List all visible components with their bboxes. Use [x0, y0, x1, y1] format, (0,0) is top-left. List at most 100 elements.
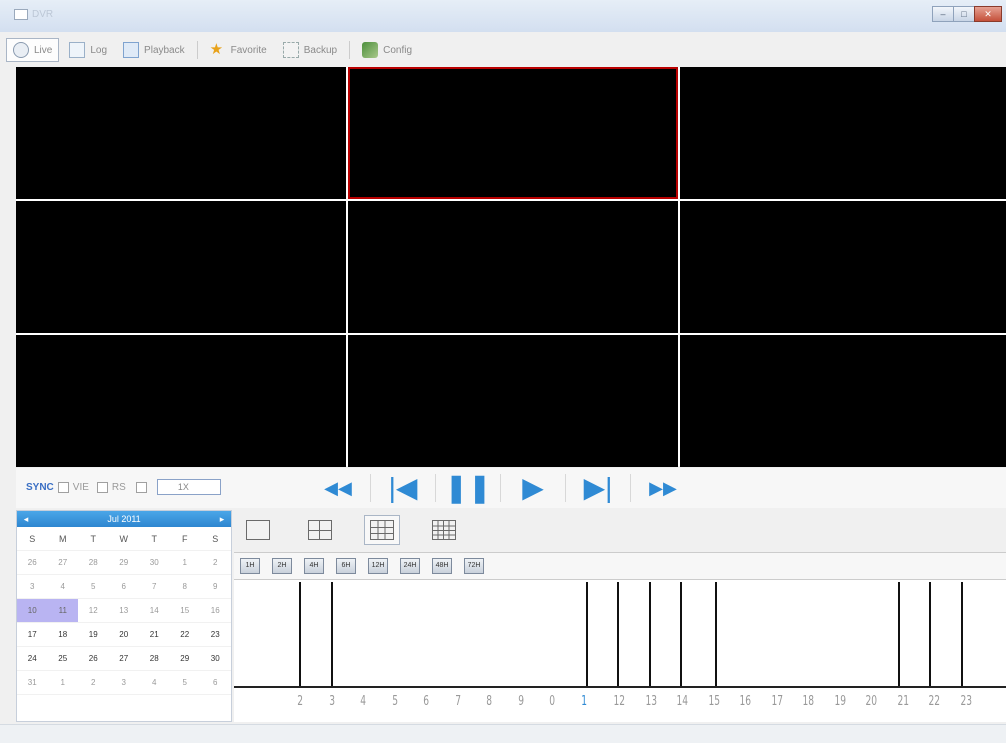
calendar-day[interactable]: 31 — [17, 671, 48, 695]
option3-checkbox[interactable] — [135, 481, 147, 493]
toolbar-log-button[interactable]: Log — [63, 38, 113, 62]
calendar-day[interactable]: 2 — [78, 671, 109, 695]
status-bar — [0, 724, 1006, 743]
video-channel[interactable] — [348, 335, 678, 467]
timeline[interactable]: 2 3 4 5 6 7 8 9 0 1 12 13 14 15 16 17 18 19 20 21 22 23 — [234, 580, 1006, 722]
calendar-day[interactable]: 23 — [200, 623, 231, 647]
calendar-day[interactable]: 13 — [108, 599, 139, 623]
calendar-day[interactable]: 4 — [139, 671, 170, 695]
video-channel[interactable] — [348, 67, 678, 199]
zoom-6h-button[interactable]: 6H — [336, 558, 356, 574]
calendar-day[interactable]: 26 — [78, 647, 109, 671]
calendar-day[interactable]: 11 — [47, 599, 78, 623]
camera-icon — [13, 42, 29, 58]
fast-forward-button[interactable]: ▶▶ — [631, 470, 695, 506]
video-channel[interactable] — [680, 67, 1006, 199]
calendar-day[interactable]: 24 — [17, 647, 48, 671]
calendar-day[interactable]: 26 — [17, 551, 48, 575]
zoom-1h-button[interactable]: 1H — [240, 558, 260, 574]
calendar-day[interactable]: 6 — [200, 671, 231, 695]
video-channel[interactable] — [16, 201, 346, 333]
fast-backward-button[interactable]: ◀◀ — [306, 470, 370, 506]
calendar-day[interactable]: 7 — [139, 575, 170, 599]
calendar-day[interactable]: 30 — [139, 551, 170, 575]
close-button[interactable]: ✕ — [974, 6, 1002, 22]
calendar-day[interactable]: 3 — [108, 671, 139, 695]
calendar-day[interactable]: 5 — [78, 575, 109, 599]
calendar-day[interactable]: 20 — [108, 623, 139, 647]
skip-forward-button[interactable]: ▶| — [566, 470, 630, 506]
calendar-day[interactable]: 21 — [139, 623, 170, 647]
calendar-day[interactable]: 1 — [169, 551, 200, 575]
calendar-day[interactable]: 1 — [47, 671, 78, 695]
video-channel[interactable] — [16, 67, 346, 199]
toolbar-separator — [196, 41, 198, 59]
video-channel[interactable] — [680, 335, 1006, 467]
prev-month-button[interactable]: ◂ — [21, 514, 31, 524]
calendar-day[interactable]: 28 — [139, 647, 170, 671]
calendar-day[interactable]: 14 — [139, 599, 170, 623]
zoom-12h-button[interactable]: 12H — [368, 558, 388, 574]
toolbar-favorite-button[interactable]: ★ Favorite — [204, 38, 273, 62]
toolbar-backup-button[interactable]: Backup — [277, 38, 343, 62]
single-view-button[interactable] — [240, 515, 276, 545]
main-window: DVR – □ ✕ Live Log Playback ★ Favorite Backup… — [0, 0, 1006, 743]
calendar-day[interactable]: 5 — [169, 671, 200, 695]
calendar-day[interactable]: 27 — [108, 647, 139, 671]
zoom-48h-button[interactable]: 48H — [432, 558, 452, 574]
zoom-4h-button[interactable]: 4H — [304, 558, 324, 574]
sync-label: SYNC — [26, 481, 54, 493]
calendar-day[interactable]: 25 — [47, 647, 78, 671]
next-month-button[interactable]: ▸ — [217, 514, 227, 524]
calendar-day[interactable]: 8 — [169, 575, 200, 599]
weekday-label: M — [47, 527, 78, 551]
option2-label: RS — [111, 481, 126, 493]
video-channel[interactable] — [680, 201, 1006, 333]
calendar-day[interactable]: 22 — [169, 623, 200, 647]
zoom-72h-button[interactable]: 72H — [464, 558, 484, 574]
record-marker — [960, 582, 963, 686]
skip-back-button[interactable]: |◀ — [371, 470, 435, 506]
zoom-24h-button[interactable]: 24H — [400, 558, 420, 574]
calendar-day[interactable]: 12 — [78, 599, 109, 623]
minimize-button[interactable]: – — [932, 6, 954, 22]
maximize-button[interactable]: □ — [953, 6, 975, 22]
option2-checkbox[interactable] — [96, 481, 108, 493]
timeline-hour-label: 9 — [517, 694, 524, 709]
calendar-day[interactable]: 17 — [17, 623, 48, 647]
nine-view-button[interactable] — [364, 515, 400, 545]
calendar-day[interactable]: 28 — [78, 551, 109, 575]
toolbar-config-button[interactable]: Config — [356, 38, 418, 62]
timeline-hour-label: 18 — [802, 694, 815, 709]
calendar-day[interactable]: 10 — [17, 599, 48, 623]
calendar-day[interactable]: 4 — [47, 575, 78, 599]
play-button[interactable]: ▶ — [501, 470, 565, 506]
zoom-2h-button[interactable]: 2H — [272, 558, 292, 574]
record-marker — [897, 582, 900, 686]
calendar-day[interactable]: 19 — [78, 623, 109, 647]
video-channel[interactable] — [16, 335, 346, 467]
timeline-hour-label: 4 — [360, 694, 367, 709]
calendar-day[interactable]: 16 — [200, 599, 231, 623]
calendar-day[interactable]: 6 — [108, 575, 139, 599]
calendar-day[interactable]: 9 — [200, 575, 231, 599]
star-icon: ★ — [209, 41, 224, 58]
calendar-day[interactable]: 18 — [47, 623, 78, 647]
calendar-day[interactable]: 2 — [200, 551, 231, 575]
pause-button[interactable]: ❚❚ — [436, 470, 500, 506]
calendar-day[interactable]: 30 — [200, 647, 231, 671]
calendar-day[interactable]: 27 — [47, 551, 78, 575]
weekday-label: T — [78, 527, 109, 551]
calendar-day[interactable]: 3 — [17, 575, 48, 599]
sixteen-view-button[interactable] — [426, 515, 462, 545]
toolbar-live-button[interactable]: Live — [6, 38, 60, 62]
toolbar-playback-button[interactable]: Playback — [117, 38, 191, 62]
calendar-day[interactable]: 29 — [169, 647, 200, 671]
calendar-day[interactable]: 29 — [108, 551, 139, 575]
video-channel[interactable] — [348, 201, 678, 333]
record-marker — [714, 582, 717, 686]
option1-checkbox[interactable] — [57, 481, 69, 493]
quad-view-button[interactable] — [302, 515, 338, 545]
calendar-day[interactable]: 15 — [169, 599, 200, 623]
speed-select[interactable]: 1X — [156, 479, 221, 495]
